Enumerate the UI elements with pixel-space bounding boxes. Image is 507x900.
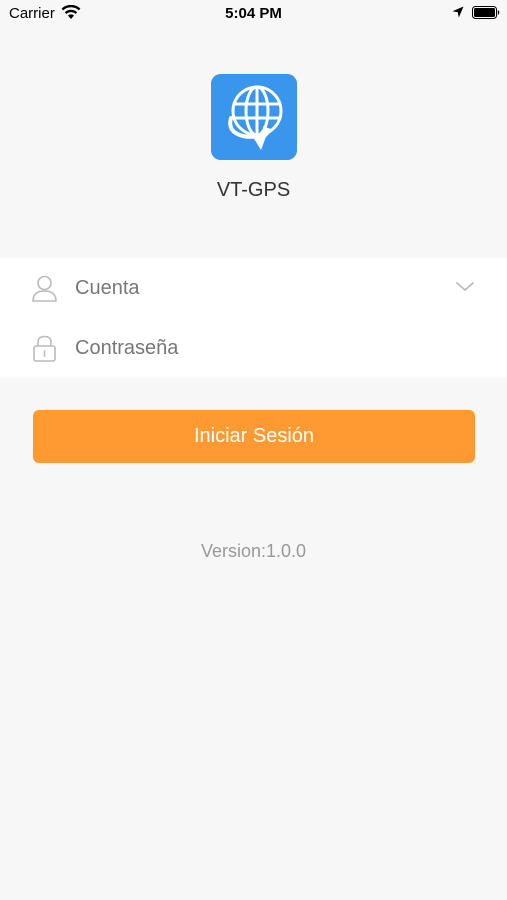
user-icon <box>32 275 57 302</box>
app-logo <box>211 74 297 160</box>
status-bar: Carrier 5:04 PM <box>0 0 507 28</box>
lock-icon <box>33 335 56 362</box>
account-placeholder: Cuenta <box>75 277 140 299</box>
app-name: VT-GPS <box>216 179 291 201</box>
version-label: Version:1.0.0 <box>200 541 307 561</box>
location-arrow-icon <box>452 6 464 18</box>
clock: 5:04 PM <box>225 5 282 22</box>
login-screen: Carrier 5:04 PM VT-GPS Cuenta Contraseña… <box>0 0 507 900</box>
globe-location-logo <box>211 74 297 160</box>
chevron-down-icon[interactable] <box>455 280 475 294</box>
battery-icon <box>472 6 500 19</box>
login-button[interactable]: Iniciar Sesión <box>33 410 475 463</box>
password-field[interactable]: Contraseña <box>0 318 507 378</box>
account-field[interactable]: Cuenta <box>0 258 507 318</box>
password-placeholder: Contraseña <box>75 337 179 359</box>
login-form: Cuenta Contraseña <box>0 258 507 378</box>
